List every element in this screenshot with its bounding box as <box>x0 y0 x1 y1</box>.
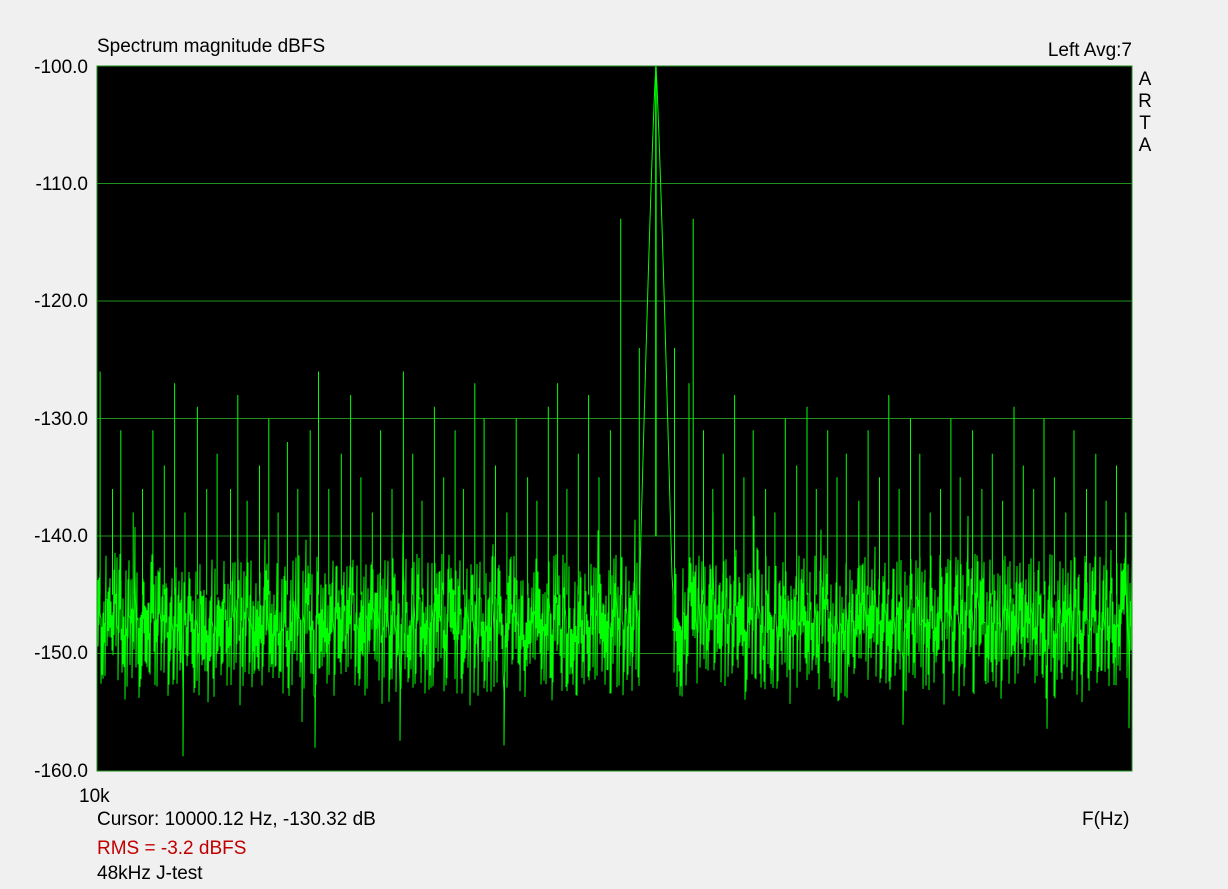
measurement-note: 48kHz J-test <box>97 863 203 884</box>
x-axis-unit-label: F(Hz) <box>1082 809 1130 830</box>
cursor-readout: Cursor: 10000.12 Hz, -130.32 dB <box>97 809 376 830</box>
spectrum-plot[interactable] <box>0 0 1228 889</box>
rms-readout: RMS = -3.2 dBFS <box>97 838 247 859</box>
x-tick-label: 10k <box>79 786 110 807</box>
